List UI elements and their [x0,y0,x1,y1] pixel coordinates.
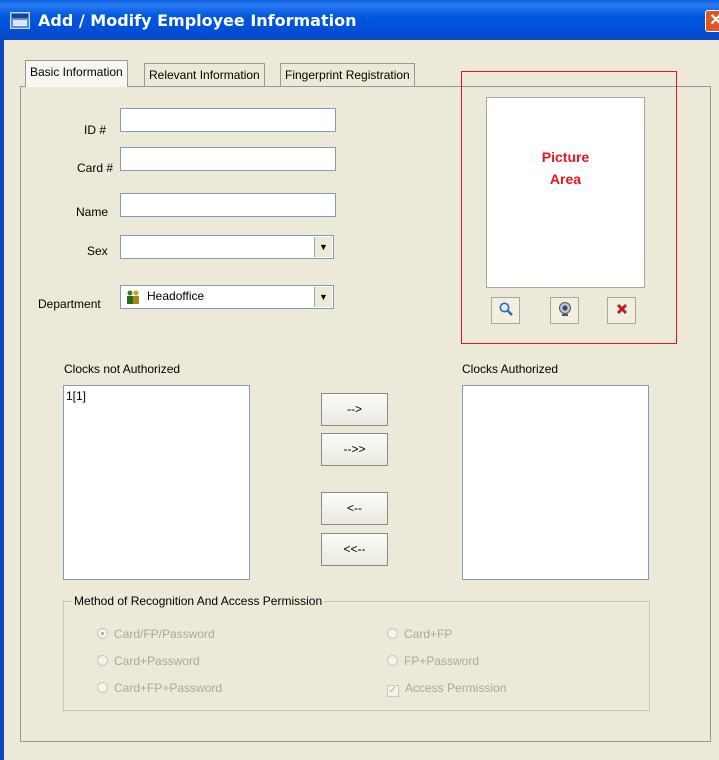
name-label: Name [76,205,109,219]
clocks-not-authorized-list[interactable]: 1[1] [63,385,250,580]
picture-label-line1: Picture [541,149,590,165]
magnifier-icon [499,302,513,316]
move-all-left-button[interactable]: <<-- [321,533,388,566]
title-bar[interactable]: Add / Modify Employee Information ✕ [0,0,719,40]
picture-area[interactable]: Picture Area [486,97,645,288]
radio-icon[interactable] [97,655,108,666]
chevron-down-icon[interactable]: ▼ [314,287,332,307]
picture-label-line2: Area [549,171,582,187]
radio-icon[interactable] [387,655,398,666]
option-card-password[interactable]: Card+Password [97,654,200,668]
id-label: ID # [84,123,107,137]
option-card-fp[interactable]: Card+FP [387,627,452,641]
tab-basic-information[interactable]: Basic Information [25,60,128,87]
card-label: Card # [77,161,114,175]
webcam-icon [558,302,571,316]
window-title: Add / Modify Employee Information [38,11,357,30]
window-icon [10,12,30,29]
option-fp-password[interactable]: FP+Password [387,654,479,668]
sex-label: Sex [87,244,108,258]
browse-picture-button[interactable] [491,297,520,324]
department-label: Department [38,297,101,311]
option-label: Card+FP+Password [114,681,223,695]
option-card-fp-password[interactable]: Card/FP/Password [97,627,215,641]
capture-picture-button[interactable] [550,297,579,324]
move-right-button[interactable]: --> [321,393,388,426]
clocks-not-authorized-label: Clocks not Authorized [64,362,181,376]
option-label: Card+FP [404,627,453,641]
employee-dialog: Add / Modify Employee Information ✕ Basi… [0,0,719,760]
clocks-authorized-list[interactable] [462,385,649,580]
tab-fingerprint-registration[interactable]: Fingerprint Registration [280,63,415,87]
name-input[interactable] [120,193,336,217]
tab-relevant-information[interactable]: Relevant Information [144,63,265,87]
radio-icon[interactable] [97,682,108,693]
sex-select[interactable]: ▼ [120,235,334,259]
recognition-title: Method of Recognition And Access Permiss… [72,594,325,608]
option-label: Card+Password [114,654,200,668]
chevron-down-icon[interactable]: ▼ [314,237,332,257]
delete-picture-button[interactable] [607,297,636,324]
option-access-permission[interactable]: ✓ Access Permission [387,681,506,697]
list-item[interactable]: 1[1] [64,386,249,406]
option-card-fp-password-all[interactable]: Card+FP+Password [97,681,222,695]
option-label: Card/FP/Password [114,627,215,641]
department-icon [127,290,139,304]
card-input[interactable] [120,147,336,171]
window-border [0,40,4,760]
move-left-button[interactable]: <-- [321,492,388,525]
option-label: FP+Password [404,654,480,668]
option-label: Access Permission [405,681,507,695]
department-value: Headoffice [147,289,205,303]
checkbox-icon[interactable]: ✓ [387,685,399,697]
delete-icon [616,304,627,314]
clocks-authorized-label: Clocks Authorized [462,362,559,376]
close-button[interactable]: ✕ [705,10,719,32]
move-all-right-button[interactable]: -->> [321,433,388,466]
department-select[interactable]: Headoffice ▼ [120,285,334,309]
picture-placeholder: Picture Area [487,146,644,190]
radio-icon[interactable] [387,628,398,639]
radio-icon[interactable] [97,628,108,639]
id-input[interactable] [120,108,336,132]
